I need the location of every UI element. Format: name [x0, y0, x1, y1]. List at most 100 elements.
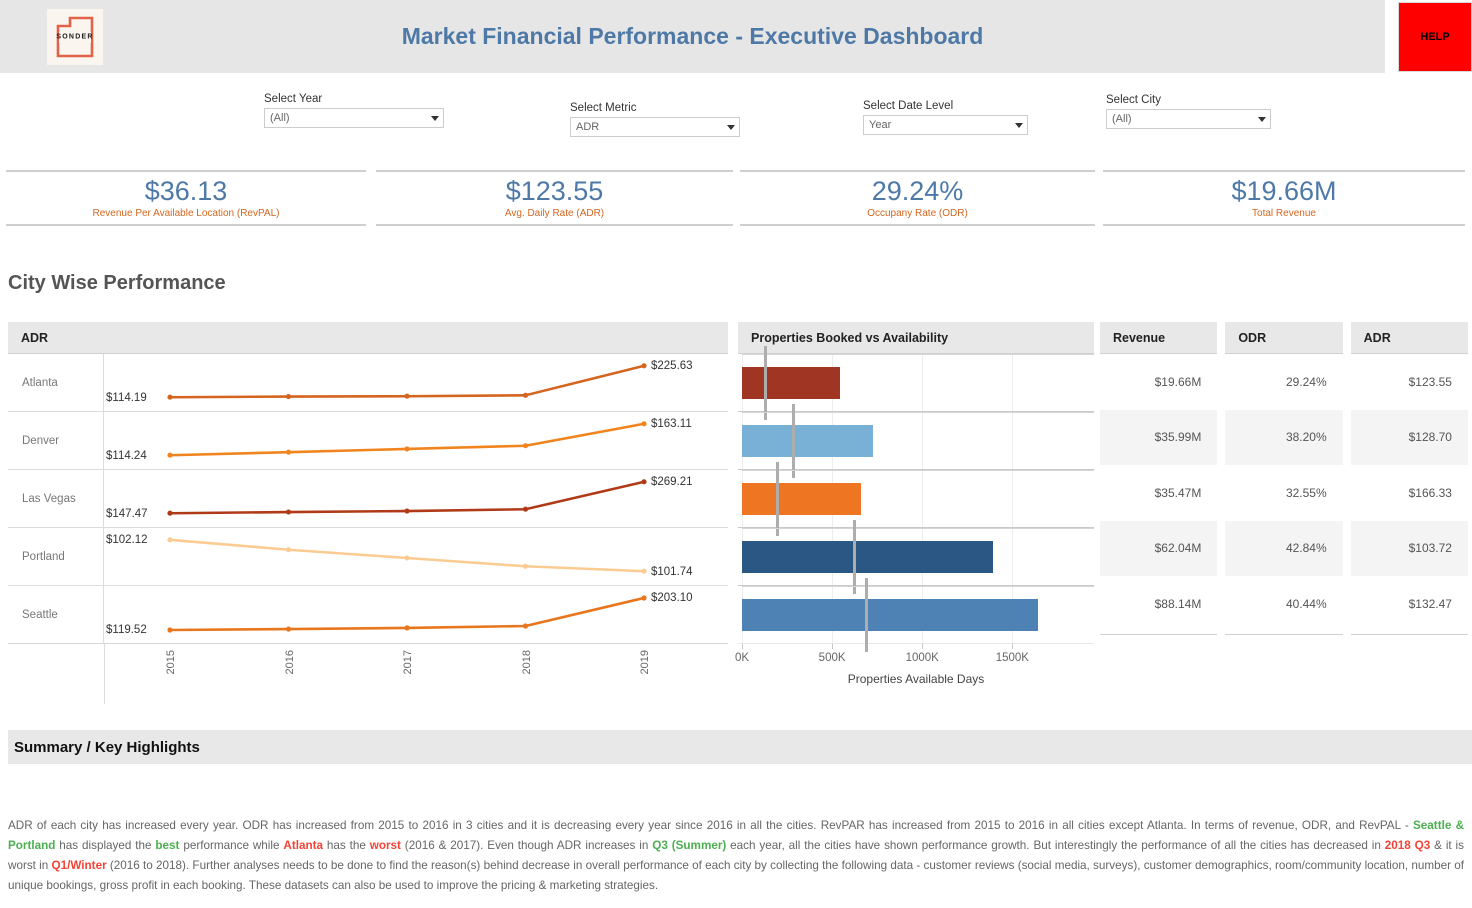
- line-chart-end-value-label: $269.21: [651, 476, 693, 488]
- sonder-logo: SONDER: [47, 8, 103, 65]
- bar-chart-tick-mark: [832, 644, 834, 649]
- line-chart-x-tick: 2016: [283, 650, 296, 675]
- line-chart-row-city-label: Las Vegas: [8, 470, 104, 527]
- summary-text-segment: performance while: [179, 839, 284, 853]
- bar-chart-x-tick: 1500K: [995, 652, 1029, 664]
- metrics-table-column-header[interactable]: ADR: [1350, 322, 1468, 354]
- line-chart-row-city-label: Atlanta: [8, 354, 104, 411]
- bar-chart-header: Properties Booked vs Availability: [738, 322, 1094, 354]
- line-chart-start-value-label: $119.52: [106, 624, 147, 636]
- table-row: $35.47M 32.55% $166.33: [1100, 465, 1468, 521]
- metrics-table-cell-odr: 32.55%: [1285, 485, 1327, 500]
- kpi-adr-label: Avg. Daily Rate (ADR): [504, 208, 605, 220]
- bar-chart-x-tick: 0K: [734, 652, 750, 664]
- chevron-down-icon: [431, 115, 439, 121]
- bar-chart-bar[interactable]: [742, 425, 873, 457]
- metrics-table-footer-rule: [1100, 633, 1468, 635]
- help-button[interactable]: HELP: [1398, 2, 1472, 72]
- select-date-level-value: Year: [869, 119, 892, 131]
- bar-chart-gridline: [922, 470, 924, 527]
- footer-rule-segment: [1350, 633, 1468, 635]
- metrics-table-column-header[interactable]: Revenue: [1100, 322, 1218, 354]
- kpi-total-revenue-value: $19.66M: [1231, 175, 1337, 206]
- select-metric[interactable]: ADR: [570, 117, 740, 137]
- summary-highlight-positive: Q3 (Summer): [652, 839, 727, 853]
- line-chart-end-value-label: $163.11: [651, 418, 692, 430]
- line-chart-row-plot: $114.19 $225.63: [104, 354, 728, 411]
- line-chart-header: ADR: [8, 322, 728, 354]
- metrics-table-cell-adr: $123.55: [1408, 374, 1452, 389]
- kpi-adr-value: $123.55: [505, 175, 604, 206]
- filter-metric: Select Metric ADR: [570, 102, 740, 137]
- metrics-table-cell-adr: $128.70: [1350, 409, 1468, 465]
- filter-bar: Select Year (All) Select Metric ADR Sele…: [0, 73, 1472, 165]
- bar-chart-row-rule: [742, 470, 1094, 471]
- bar-chart-row-rule: [742, 354, 1094, 355]
- line-chart-block: ADR Atlanta $114.19 $225.63 Denver $114.24 $1…: [8, 322, 728, 704]
- table-row: $88.14M 40.44% $132.47: [1100, 576, 1468, 632]
- filter-metric-label: Select Metric: [570, 102, 637, 114]
- line-chart-x-tick: 2017: [402, 650, 414, 675]
- summary-text-segment: has displayed the: [55, 839, 156, 853]
- summary-highlight-negative: 2018 Q3: [1384, 839, 1431, 853]
- line-chart-row: Portland $102.12 $101.74: [8, 528, 728, 586]
- line-chart-row-city-label: Portland: [8, 528, 104, 585]
- chevron-down-icon: [727, 124, 735, 130]
- metrics-table-cell-odr: 42.84%: [1225, 520, 1343, 576]
- select-year-value: (All): [270, 112, 290, 124]
- metrics-table-cell-adr: $166.33: [1408, 485, 1452, 500]
- bar-chart-block: Properties Booked vs Availability 0K 500K…: [734, 322, 1094, 686]
- filter-city-label: Select City: [1106, 94, 1161, 106]
- kpi-total-revenue: $19.66M Total Revenue: [1103, 170, 1465, 226]
- line-chart-row-plot: $119.52 $203.10: [104, 586, 728, 644]
- summary-text: ADR of each city has increased every yea…: [8, 816, 1464, 897]
- bar-chart-bar[interactable]: [742, 483, 861, 515]
- line-chart-row: Las Vegas $147.47 $269.21: [8, 470, 728, 528]
- select-city-value: (All): [1112, 113, 1132, 125]
- select-date-level[interactable]: Year: [863, 115, 1028, 135]
- sonder-logo-text: SONDER: [56, 33, 94, 40]
- metrics-table-header-row: Revenue ODR ADR: [1100, 322, 1468, 354]
- summary-header: Summary / Key Highlights: [8, 730, 1472, 764]
- summary-text-segment: each year, all the cities have shown per…: [726, 839, 1385, 853]
- line-chart-x-tick: 2019: [639, 650, 651, 675]
- line-chart-row-plot: $147.47 $269.21: [104, 470, 728, 527]
- select-year[interactable]: (All): [264, 108, 444, 128]
- select-city[interactable]: (All): [1106, 109, 1271, 129]
- filter-year-label: Select Year: [264, 93, 323, 105]
- line-chart-row-city-label: Denver: [8, 412, 104, 469]
- chevron-down-icon: [1015, 122, 1023, 128]
- table-row: $19.66M 29.24% $123.55: [1100, 354, 1468, 410]
- bar-chart-row: [738, 404, 1094, 478]
- bar-chart-row-rule: [742, 412, 1094, 413]
- kpi-adr: $123.55 Avg. Daily Rate (ADR): [376, 170, 733, 226]
- filter-date-level-label: Select Date Level: [863, 100, 954, 112]
- bar-chart-row: [738, 520, 1094, 594]
- metrics-table-column-header[interactable]: ODR: [1225, 322, 1343, 354]
- chevron-down-icon: [1258, 116, 1266, 122]
- bar-chart-reference-marker: [852, 520, 856, 594]
- line-chart-body: Atlanta $114.19 $225.63 Denver $114.24 $163.1…: [8, 354, 728, 644]
- bar-chart-gridline: [922, 412, 924, 469]
- bar-chart-reference-marker: [865, 578, 869, 652]
- bar-chart-row-rule: [742, 528, 1094, 529]
- bar-chart-x-axis: 0K 500K 1000K 1500K: [734, 644, 1094, 674]
- line-chart-start-value-label: $147.47: [106, 508, 148, 520]
- bar-chart-tick-mark: [922, 644, 924, 649]
- line-chart-start-value-label: $102.12: [106, 534, 148, 546]
- bar-chart-gridline: [1012, 412, 1014, 469]
- bar-chart-tick-mark: [1012, 644, 1014, 649]
- bar-chart-bar[interactable]: [742, 367, 841, 399]
- bar-chart-bar[interactable]: [742, 541, 994, 573]
- bar-chart-reference-marker: [763, 346, 767, 420]
- bar-chart-bar[interactable]: [742, 599, 1038, 631]
- footer-rule-segment: [1225, 633, 1343, 635]
- line-chart-x-tick: 2015: [165, 650, 177, 675]
- bar-chart-row: [738, 462, 1094, 536]
- kpi-odr: 29.24% Occupany Rate (ODR): [740, 170, 1095, 226]
- line-chart-start-value-label: $114.24: [106, 450, 147, 462]
- select-metric-value: ADR: [576, 121, 600, 133]
- bar-chart-reference-marker: [791, 404, 795, 478]
- summary-highlight-positive: best: [155, 839, 180, 853]
- line-chart-start-value-label: $114.19: [106, 392, 147, 404]
